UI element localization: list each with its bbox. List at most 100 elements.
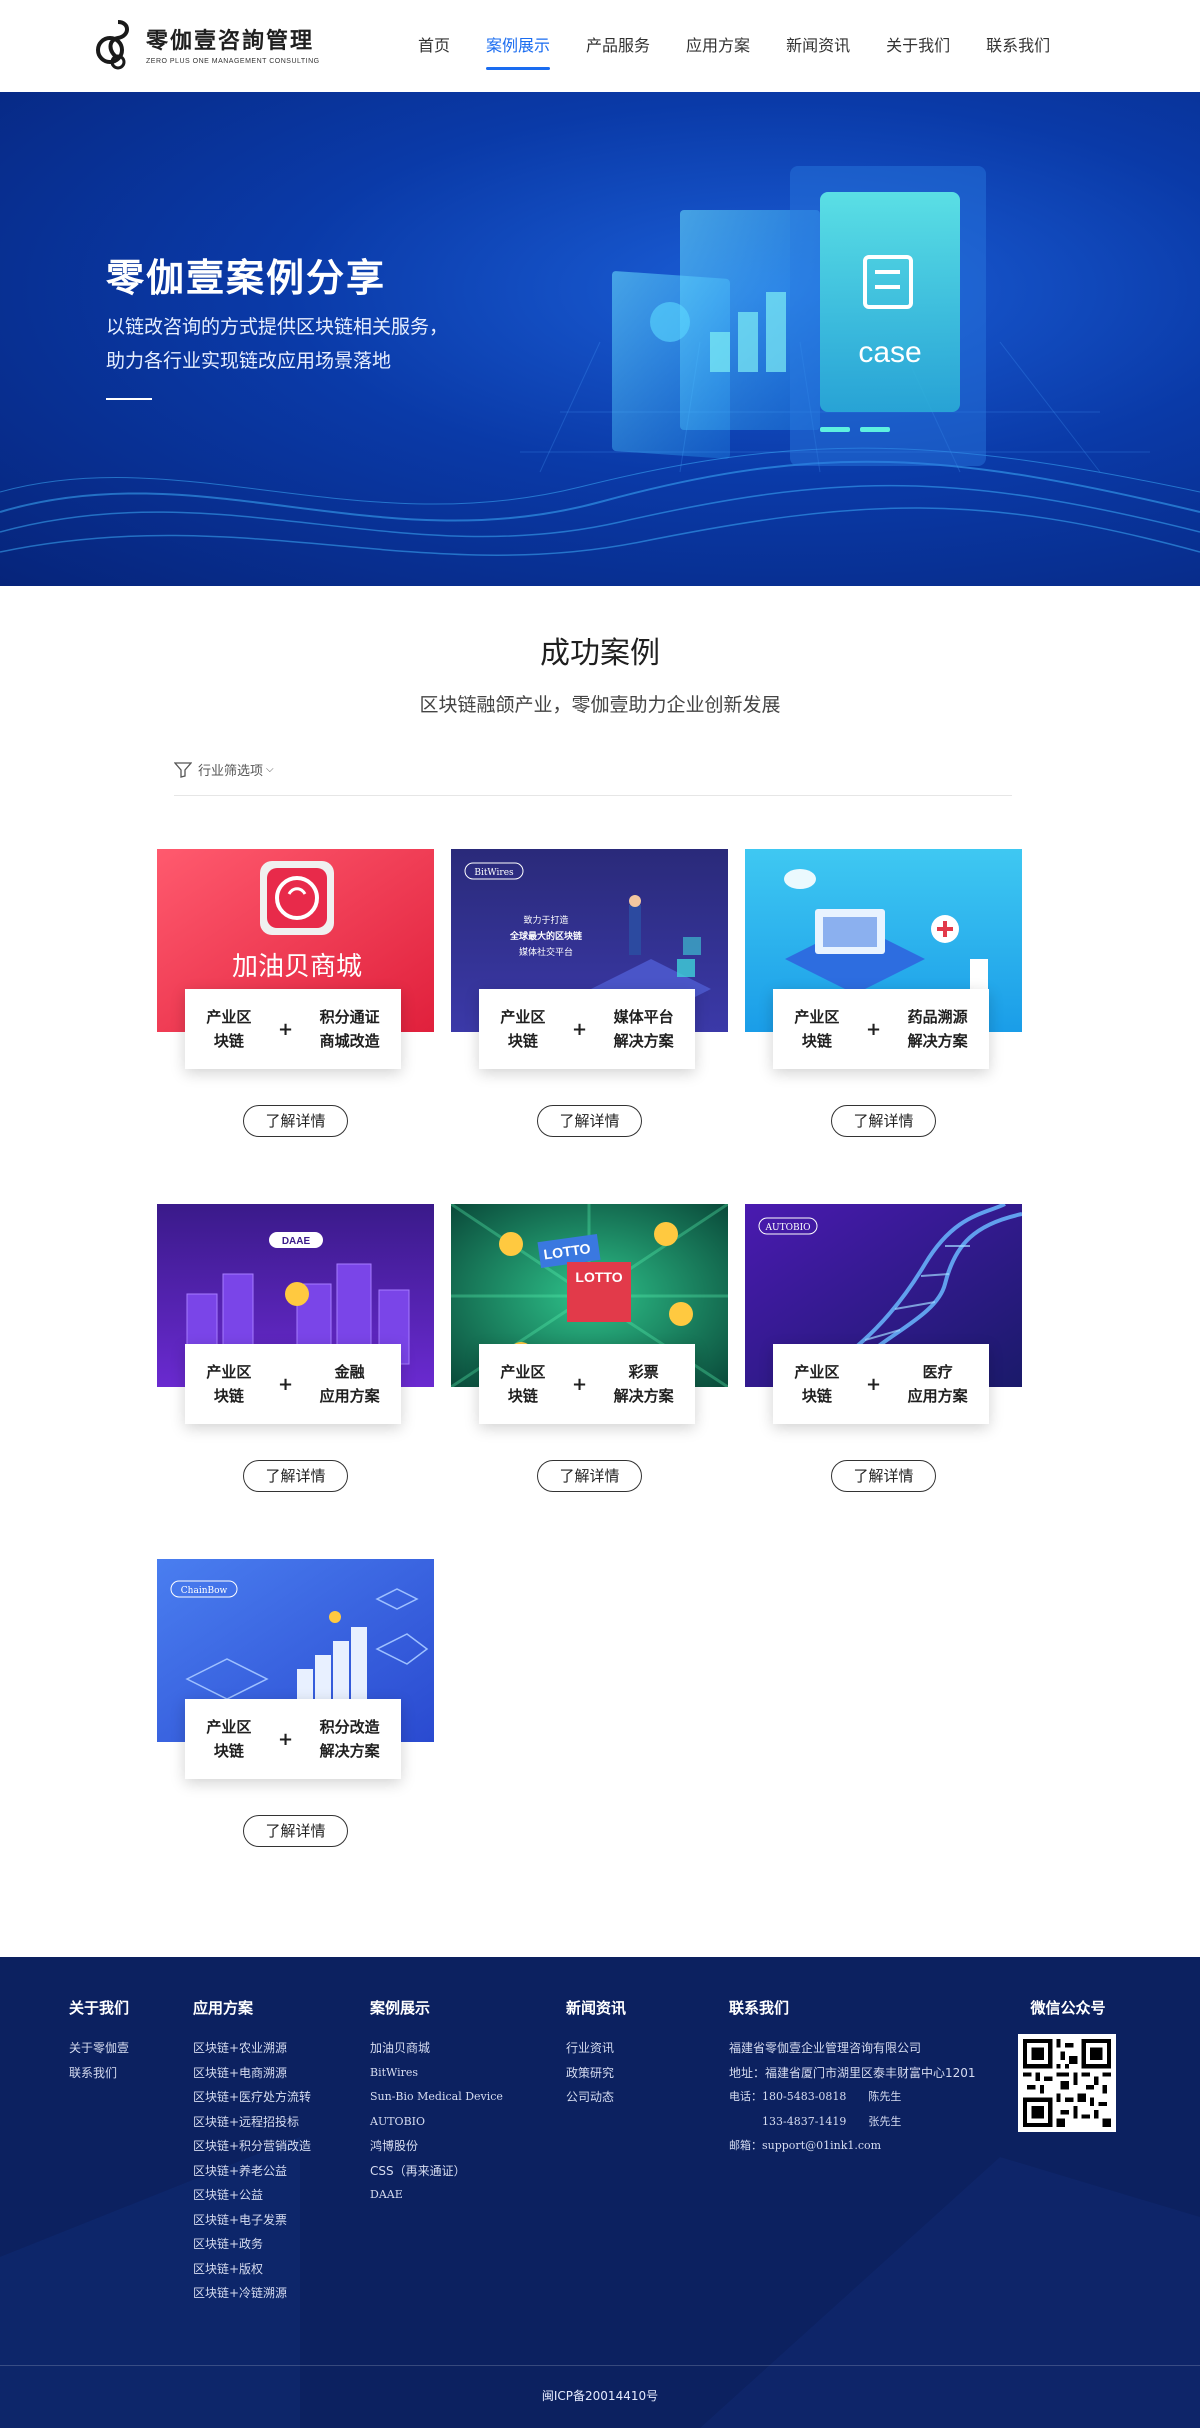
details-button[interactable]: 了解详情 xyxy=(243,1460,348,1492)
case-tags: 产业区 块链 + 积分通证 商城改造 xyxy=(185,989,401,1069)
case-tag-left: 产业区 块链 xyxy=(500,1363,546,1405)
nav-home[interactable]: 首页 xyxy=(400,0,468,92)
footer-link[interactable]: 联系我们 xyxy=(69,2061,129,2086)
case-tag-left: 产业区 块链 xyxy=(206,1718,252,1760)
details-button[interactable]: 了解详情 xyxy=(537,1105,642,1137)
banner-subtitle-2: 助力各行业实现链改应用场景落地 xyxy=(106,350,392,372)
footer-solutions-title: 应用方案 xyxy=(193,1999,254,2017)
nav-contact[interactable]: 联系我们 xyxy=(968,0,1068,92)
svg-text:致力于打造: 致力于打造 xyxy=(523,914,568,926)
details-button[interactable]: 了解详情 xyxy=(831,1105,936,1137)
svg-text:媒体社交平台: 媒体社交平台 xyxy=(519,946,573,958)
company-phone-1: 电话：180-5483-0818 陈先生 xyxy=(729,2090,902,2103)
banner-title: 零伽壹案例分享 xyxy=(106,256,387,300)
footer-link[interactable]: 区块链+公益 xyxy=(193,2183,311,2208)
svg-text:DAAE: DAAE xyxy=(282,1236,311,1247)
footer-link[interactable]: 政策研究 xyxy=(566,2061,626,2086)
footer-link[interactable]: 区块链+冷链溯源 xyxy=(193,2281,311,2306)
company-name: 福建省零伽壹企业管理咨询有限公司 xyxy=(729,2041,922,2055)
wechat-qr-code xyxy=(1018,2034,1116,2132)
case-tag-left: 产业区 块链 xyxy=(206,1008,252,1050)
footer-col-solutions: 应用方案 区块链+农业溯源 区块链+电商溯源 区块链+医疗处方流转 区块链+远程… xyxy=(193,1997,311,2306)
case-tags: 产业区 块链 + 金融 应用方案 xyxy=(185,1344,401,1424)
footer-link[interactable]: DAAE xyxy=(370,2183,503,2208)
svg-text:ChainBow: ChainBow xyxy=(181,1586,228,1596)
company-email[interactable]: 邮箱：support@01ink1.com xyxy=(729,2134,976,2159)
case-tag-left: 产业区 块链 xyxy=(500,1008,546,1050)
icp-record[interactable]: 闽ICP备20014410号 xyxy=(0,2387,1200,2404)
case-tag-right: 医疗 应用方案 xyxy=(907,1363,968,1405)
nav-about[interactable]: 关于我们 xyxy=(868,0,968,92)
footer-link[interactable]: BitWires xyxy=(370,2061,503,2086)
footer-link[interactable]: 加油贝商城 xyxy=(370,2036,503,2061)
footer-contact-title: 联系我们 xyxy=(729,1999,790,2017)
footer-link[interactable]: 公司动态 xyxy=(566,2085,626,2110)
industry-filter[interactable]: 行业筛选项 ⌵ xyxy=(174,760,274,779)
footer-link[interactable]: 区块链+远程招投标 xyxy=(193,2110,311,2135)
plus-icon: + xyxy=(571,1018,588,1040)
wechat-title: 微信公众号 xyxy=(1030,1999,1106,2017)
panel-case-text: case xyxy=(858,336,921,369)
svg-text:加油贝商城: 加油贝商城 xyxy=(232,952,362,982)
footer-link[interactable]: CSS（再来通证） xyxy=(370,2159,503,2184)
case-tag-right: 积分改造 解决方案 xyxy=(319,1718,380,1760)
footer-cases-title: 案例展示 xyxy=(370,1999,431,2017)
main-nav: 首页 案例展示 产品服务 应用方案 新闻资讯 关于我们 联系我们 xyxy=(400,0,1068,92)
footer-link[interactable]: 关于零伽壹 xyxy=(69,2036,129,2061)
svg-text:全球最大的区块链: 全球最大的区块链 xyxy=(509,930,583,942)
chevron-down-icon: ⌵ xyxy=(266,764,274,775)
footer-link[interactable]: 区块链+医疗处方流转 xyxy=(193,2085,311,2110)
case-tag-right: 彩票 解决方案 xyxy=(613,1363,674,1405)
case-tag-left: 产业区 块链 xyxy=(206,1363,252,1405)
footer-link[interactable]: 区块链+电子发票 xyxy=(193,2208,311,2233)
footer-col-cases: 案例展示 加油贝商城 BitWires Sun-Bio Medical Devi… xyxy=(370,1997,503,2208)
footer-link[interactable]: 区块链+版权 xyxy=(193,2257,311,2282)
svg-text:AUTOBIO: AUTOBIO xyxy=(764,1223,810,1233)
details-button[interactable]: 了解详情 xyxy=(537,1460,642,1492)
svg-text:BitWires: BitWires xyxy=(474,868,514,878)
banner-subtitle-1: 以链改咨询的方式提供区块链相关服务， xyxy=(106,316,449,338)
case-tag-right: 金融 应用方案 xyxy=(319,1363,380,1405)
plus-icon: + xyxy=(571,1373,588,1395)
footer-col-about: 关于我们 关于零伽壹 联系我们 xyxy=(69,1997,129,2085)
footer-link[interactable]: AUTOBIO xyxy=(370,2110,503,2135)
plus-icon: + xyxy=(865,1373,882,1395)
footer-link[interactable]: Sun-Bio Medical Device xyxy=(370,2085,503,2110)
nav-products[interactable]: 产品服务 xyxy=(568,0,668,92)
footer-link[interactable]: 鸿博股份 xyxy=(370,2134,503,2159)
details-button[interactable]: 了解详情 xyxy=(243,1815,348,1847)
case-tags: 产业区 块链 + 媒体平台 解决方案 xyxy=(479,989,695,1069)
case-tags: 产业区 块链 + 彩票 解决方案 xyxy=(479,1344,695,1424)
wechat-block: 微信公众号 xyxy=(1018,1997,1118,2132)
footer-divider xyxy=(0,2365,1200,2366)
footer-col-news: 新闻资讯 行业资讯 政策研究 公司动态 xyxy=(566,1997,626,2110)
footer-link[interactable]: 区块链+政务 xyxy=(193,2232,311,2257)
section-title: 成功案例 xyxy=(540,636,660,671)
case-tag-right: 媒体平台 解决方案 xyxy=(613,1008,674,1050)
details-button[interactable]: 了解详情 xyxy=(831,1460,936,1492)
footer-col-contact: 联系我们 福建省零伽壹企业管理咨询有限公司 地址：福建省厦门市湖里区泰丰财富中心… xyxy=(729,1997,976,2159)
site-header: 零伽壹咨詢管理 ZERO PLUS ONE MANAGEMENT CONSULT… xyxy=(0,0,1200,92)
footer-link[interactable]: 行业资讯 xyxy=(566,2036,626,2061)
banner-divider xyxy=(106,398,152,400)
site-footer: 关于我们 关于零伽壹 联系我们 应用方案 区块链+农业溯源 区块链+电商溯源 区… xyxy=(0,1957,1200,2428)
logo-english: ZERO PLUS ONE MANAGEMENT CONSULTING xyxy=(146,58,320,65)
case-tags: 产业区 块链 + 医疗 应用方案 xyxy=(773,1344,989,1424)
case-tag-left: 产业区 块链 xyxy=(794,1008,840,1050)
section-subtitle: 区块链融颌产业，零伽壹助力企业创新发展 xyxy=(419,694,781,716)
plus-icon: + xyxy=(277,1018,294,1040)
nav-solutions[interactable]: 应用方案 xyxy=(668,0,768,92)
footer-link[interactable]: 区块链+养老公益 xyxy=(193,2159,311,2184)
footer-link[interactable]: 区块链+积分营销改造 xyxy=(193,2134,311,2159)
case-tag-right: 积分通证 商城改造 xyxy=(319,1008,380,1050)
plus-icon: + xyxy=(277,1373,294,1395)
details-button[interactable]: 了解详情 xyxy=(243,1105,348,1137)
filter-icon xyxy=(174,761,192,778)
nav-news[interactable]: 新闻资讯 xyxy=(768,0,868,92)
footer-link[interactable]: 区块链+农业溯源 xyxy=(193,2036,311,2061)
filter-label: 行业筛选项 xyxy=(198,764,264,779)
nav-cases[interactable]: 案例展示 xyxy=(468,0,568,92)
logo[interactable]: 零伽壹咨詢管理 ZERO PLUS ONE MANAGEMENT CONSULT… xyxy=(96,18,320,70)
case-tags: 产业区 块链 + 药品溯源 解决方案 xyxy=(773,989,989,1069)
footer-link[interactable]: 区块链+电商溯源 xyxy=(193,2061,311,2086)
